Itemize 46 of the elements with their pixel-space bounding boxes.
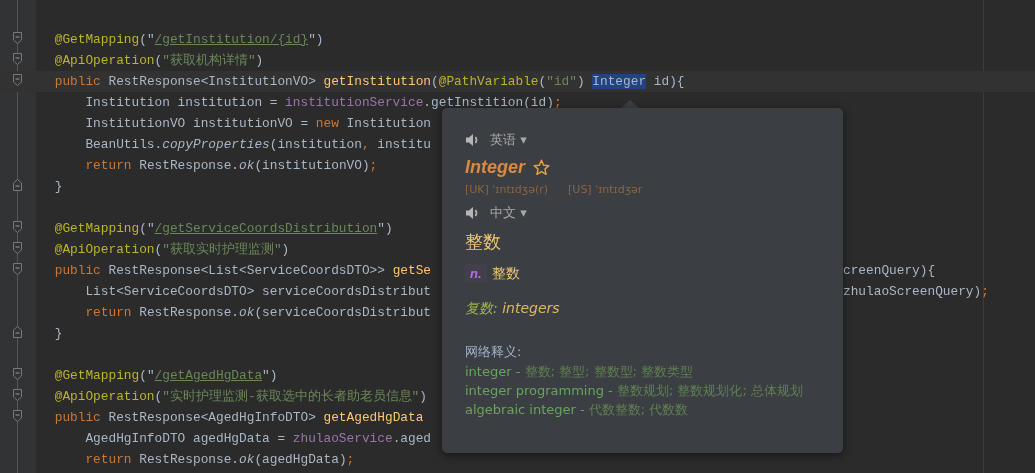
- speaker-icon[interactable]: [465, 206, 480, 220]
- language-dropdown[interactable]: 英语 ▾: [490, 131, 527, 149]
- code-line: @ApiOperation("实时护理监测-获取选中的长者助老员信息"): [53, 388, 427, 405]
- code-line: }: [53, 178, 63, 195]
- code-line: return RestResponse.ok(agedHgData);: [84, 451, 355, 468]
- code-line: @ApiOperation("获取实时护理监测"): [53, 241, 290, 258]
- section-heading: 网络释义:: [465, 343, 522, 361]
- fold-icon[interactable]: [13, 220, 22, 233]
- speaker-icon[interactable]: [465, 133, 480, 147]
- meaning: 整数: [491, 264, 520, 283]
- code-line: public RestResponse<AgedHgInfoDTO> getAgedHgData: [53, 409, 424, 426]
- fold-icon[interactable]: [13, 262, 22, 275]
- part-of-speech-badge: n.: [465, 264, 487, 283]
- web-definition: algebraic integer - 代数整数; 代数数: [465, 402, 689, 418]
- code-line: InstitutionVO institutionVO = new Institution: [84, 115, 432, 132]
- fold-icon[interactable]: [13, 52, 22, 65]
- plural-form: 复数: integers: [465, 300, 560, 318]
- code-line: return RestResponse.ok(serviceCoordsDistribut: [84, 304, 432, 321]
- code-line: zhulaoScreenQuery);: [843, 283, 990, 300]
- web-definition: integer programming - 整数规划; 整数规划化; 总体规划: [465, 383, 803, 399]
- fold-icon[interactable]: [13, 409, 22, 422]
- language-dropdown[interactable]: 中文 ▾: [490, 204, 527, 222]
- fold-icon[interactable]: [13, 178, 22, 191]
- headword: Integer: [465, 157, 525, 178]
- code-line: @GetMapping("/getInstitution/{id}"): [53, 31, 324, 48]
- code-line: public RestResponse<List<ServiceCoordsDTO>> getSe: [53, 262, 432, 279]
- fold-icon[interactable]: [13, 325, 22, 338]
- star-icon[interactable]: [533, 159, 550, 176]
- fold-icon[interactable]: [13, 31, 22, 44]
- fold-icon[interactable]: [13, 367, 22, 380]
- code-line: return RestResponse.ok(institutionVO);: [84, 157, 378, 174]
- code-line: @ApiOperation("获取机构详情"): [53, 52, 264, 69]
- code-line: @GetMapping("/getServiceCoordsDistribution"): [53, 220, 393, 237]
- fold-icon[interactable]: [13, 73, 22, 86]
- web-definition: integer - 整数; 整型; 整数型; 整数类型: [465, 364, 694, 380]
- code-line: Institution institution = institutionService.getInstition(id);: [84, 94, 562, 111]
- code-line: BeanUtils.copyProperties(institution, institu: [84, 136, 432, 153]
- fold-icon[interactable]: [13, 241, 22, 254]
- code-line: }: [53, 325, 63, 342]
- code-line: AgedHgInfoDTO agedHgData = zhulaoService.aged: [84, 430, 432, 447]
- code-line: public RestResponse<InstitutionVO> getInstitution(@PathVariable("id") Integer id){: [53, 73, 685, 90]
- code-line: creenQuery){: [843, 262, 937, 279]
- code-line: @GetMapping("/getAgedHgData"): [53, 367, 278, 384]
- code-line: List<ServiceCoordsDTO> serviceCoordsDistribut: [84, 283, 431, 300]
- fold-icon[interactable]: [13, 388, 22, 401]
- translation: 整数: [465, 230, 501, 254]
